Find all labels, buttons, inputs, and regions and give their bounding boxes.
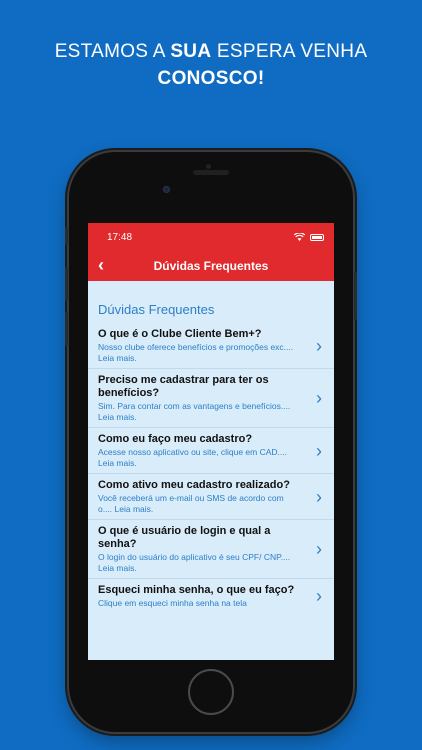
faq-item[interactable]: Esqueci minha senha, o que eu faço? Cliq…	[88, 579, 334, 614]
chevron-right-icon: ›	[316, 539, 322, 559]
headline-line-1: ESTAMOS A SUA ESPERA VENHA	[54, 41, 368, 62]
power-button	[354, 272, 357, 320]
wifi-icon	[294, 233, 305, 241]
phone-frame: 17:48 ‹ Dúvidas Frequentes Dúvidas Frequ…	[65, 152, 357, 732]
faq-question: Como eu faço meu cadastro?	[98, 433, 253, 445]
chevron-right-icon: ›	[316, 335, 322, 356]
battery-icon	[310, 233, 324, 241]
headline-line-2: CONOSCO!	[157, 68, 265, 89]
mute-switch	[65, 227, 68, 245]
chevron-right-icon: ›	[316, 440, 322, 461]
faq-answer-preview: Acesse nosso aplicativo ou site, clique …	[98, 447, 287, 468]
faq-answer-preview: Clique em esqueci minha senha na tela	[98, 598, 247, 608]
faq-answer-preview: Sim. Para contar com as vantagens e bene…	[98, 401, 291, 422]
chevron-left-icon[interactable]: ‹	[98, 255, 104, 276]
chevron-right-icon: ›	[316, 486, 322, 507]
front-camera	[163, 186, 170, 193]
section-title: Dúvidas Frequentes	[98, 302, 215, 317]
status-bar: 17:48	[88, 223, 334, 251]
chevron-right-icon: ›	[316, 388, 322, 408]
faq-item[interactable]: Como ativo meu cadastro realizado? Você …	[88, 474, 334, 520]
promo-headline: ESTAMOS A SUA ESPERA VENHA CONOSCO!	[0, 38, 422, 92]
nav-bar: ‹ Dúvidas Frequentes	[88, 251, 334, 281]
status-time: 17:48	[107, 231, 133, 243]
faq-question: Como ativo meu cadastro realizado?	[98, 479, 290, 491]
faq-question: O que é usuário de login e qual a senha?	[98, 525, 271, 550]
earpiece-speaker	[193, 170, 229, 175]
faq-list: O que é o Clube Cliente Bem+? Nosso club…	[88, 323, 334, 614]
home-button[interactable]	[188, 669, 234, 715]
faq-question: O que é o Clube Cliente Bem+?	[98, 328, 262, 340]
phone-screen: 17:48 ‹ Dúvidas Frequentes Dúvidas Frequ…	[88, 223, 334, 660]
proximity-sensor	[206, 164, 211, 169]
faq-answer-preview: Nosso clube oferece benefícios e promoçõ…	[98, 342, 294, 363]
page-title: Dúvidas Frequentes	[153, 259, 269, 273]
chevron-right-icon: ›	[316, 586, 322, 607]
faq-item[interactable]: Como eu faço meu cadastro? Acesse nosso …	[88, 428, 334, 474]
faq-answer-preview: Você receberá um e-mail ou SMS de acordo…	[98, 493, 284, 514]
faq-question: Esqueci minha senha, o que eu faço?	[98, 584, 295, 596]
faq-item[interactable]: O que é o Clube Cliente Bem+? Nosso club…	[88, 323, 334, 369]
faq-item[interactable]: Preciso me cadastrar para ter os benefíc…	[88, 369, 334, 428]
status-icons	[294, 233, 324, 241]
faq-item[interactable]: O que é usuário de login e qual a senha?…	[88, 520, 334, 579]
volume-up-button	[65, 267, 68, 301]
faq-answer-preview: O login do usuário do aplicativo é seu C…	[98, 552, 291, 573]
volume-down-button	[65, 312, 68, 346]
faq-question: Preciso me cadastrar para ter os benefíc…	[98, 374, 269, 399]
